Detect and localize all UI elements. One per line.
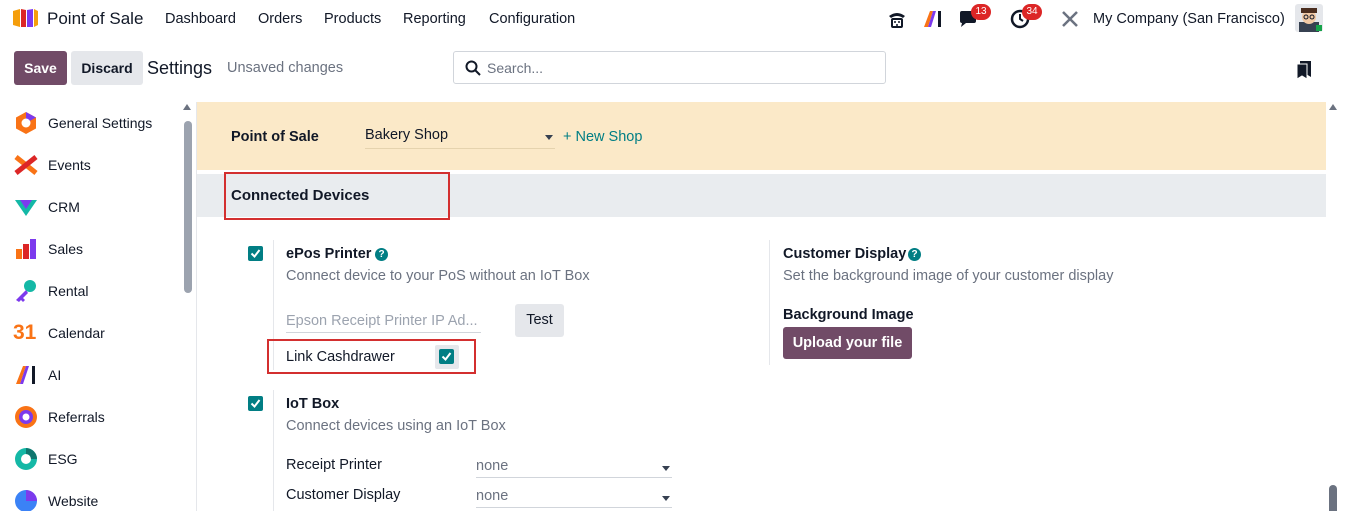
sidebar-item-esg[interactable]: ESG	[0, 438, 180, 480]
help-icon[interactable]: ?	[375, 248, 388, 261]
divider	[273, 390, 274, 511]
sidebar-scroll-up[interactable]	[183, 104, 191, 110]
customer-display-title: Customer Display	[783, 246, 907, 262]
website-icon	[15, 490, 37, 511]
point-of-sale-app-icon[interactable]	[12, 8, 39, 28]
sales-icon	[16, 239, 36, 259]
bookmark-icon[interactable]	[1296, 60, 1312, 80]
customer-display-label: Customer Display	[286, 487, 401, 503]
sidebar-item-label: AI	[48, 367, 62, 383]
epos-ip-field[interactable]	[286, 311, 481, 333]
iot-box-description: Connect devices using an IoT Box	[286, 418, 506, 434]
help-icon[interactable]: ?	[908, 248, 921, 261]
chevron-down-icon	[545, 135, 553, 140]
sidebar-item-rental[interactable]: Rental	[0, 270, 180, 312]
receipt-printer-label: Receipt Printer	[286, 457, 382, 473]
unsaved-status: Unsaved changes	[227, 60, 344, 76]
sidebar-item-label: General Settings	[48, 115, 153, 131]
sidebar-item-website[interactable]: Website	[0, 480, 180, 511]
sidebar-item-label: Events	[48, 157, 91, 173]
phone-icon[interactable]	[886, 8, 908, 30]
sidebar-item-crm[interactable]: CRM	[0, 186, 180, 228]
iot-box-title: IoT Box	[286, 396, 340, 412]
company-switcher[interactable]: My Company (San Francisco)	[1093, 11, 1285, 27]
sidebar-item-calendar[interactable]: 31 Calendar	[0, 312, 180, 354]
customer-display-value: none	[476, 488, 509, 504]
divider	[769, 240, 770, 365]
check-icon	[250, 399, 261, 409]
settings-sidebar: General Settings Events CRM Sales Rental…	[0, 102, 197, 511]
receipt-printer-select[interactable]: none	[476, 458, 672, 478]
referrals-icon	[15, 406, 37, 428]
messages-badge: 13	[971, 4, 991, 20]
sidebar-item-label: CRM	[48, 199, 80, 215]
sidebar-item-label: Rental	[48, 283, 89, 299]
epos-printer-description: Connect device to your PoS without an Io…	[286, 268, 590, 284]
esg-icon	[15, 448, 37, 470]
sidebar-scrollbar[interactable]	[184, 121, 192, 293]
sidebar-item-label: Website	[48, 493, 99, 509]
sidebar-item-general-settings[interactable]: General Settings	[0, 102, 180, 144]
discard-button[interactable]: Discard	[71, 51, 143, 85]
chevron-down-icon	[662, 466, 670, 471]
app-name[interactable]: Point of Sale	[47, 9, 143, 29]
sidebar-item-referrals[interactable]: Referrals	[0, 396, 180, 438]
highlight-box	[224, 172, 450, 220]
epos-printer-title: ePos Printer	[286, 246, 372, 262]
customer-display-description: Set the background image of your custome…	[783, 268, 1114, 284]
new-shop-link[interactable]: + New Shop	[563, 129, 642, 145]
background-image-title: Background Image	[783, 307, 914, 323]
menu-products[interactable]: Products	[324, 11, 381, 27]
main-scroll-up[interactable]	[1329, 104, 1337, 110]
events-icon	[14, 155, 38, 175]
activities-badge: 34	[1022, 4, 1042, 20]
rental-icon	[16, 280, 36, 302]
sidebar-item-label: Calendar	[48, 325, 105, 341]
receipt-printer-value: none	[476, 458, 509, 474]
sidebar-item-events[interactable]: Events	[0, 144, 180, 186]
sidebar-item-label: ESG	[48, 451, 78, 467]
ai-icon	[16, 366, 35, 384]
iot-box-checkbox[interactable]	[248, 396, 263, 411]
ai-icon[interactable]	[922, 8, 944, 30]
sidebar-item-label: Referrals	[48, 409, 105, 425]
sidebar-item-ai[interactable]: AI	[0, 354, 180, 396]
search-input[interactable]	[487, 57, 867, 79]
epos-printer-checkbox[interactable]	[248, 246, 263, 261]
page-title: Settings	[147, 58, 213, 78]
tools-icon[interactable]	[1059, 8, 1081, 30]
pos-label: Point of Sale	[231, 129, 319, 145]
epos-ip-input[interactable]	[286, 311, 481, 331]
sidebar-item-sales[interactable]: Sales	[0, 228, 180, 270]
chevron-down-icon	[662, 496, 670, 501]
shop-select[interactable]: Bakery Shop	[365, 127, 555, 149]
main-scrollbar[interactable]	[1329, 485, 1337, 511]
search-box[interactable]	[453, 51, 886, 84]
shop-select-value: Bakery Shop	[365, 127, 449, 143]
upload-file-button[interactable]: Upload your file	[783, 327, 912, 359]
menu-reporting[interactable]: Reporting	[403, 11, 466, 27]
save-button[interactable]: Save	[14, 51, 67, 85]
general-settings-icon	[16, 112, 36, 134]
highlight-box	[267, 339, 476, 374]
test-button[interactable]: Test	[515, 304, 564, 337]
menu-orders[interactable]: Orders	[258, 11, 302, 27]
search-icon	[465, 60, 481, 76]
avatar[interactable]	[1295, 4, 1323, 32]
check-icon	[250, 249, 261, 259]
menu-dashboard[interactable]: Dashboard	[165, 11, 236, 27]
crm-icon	[15, 200, 37, 216]
calendar-icon: 31	[13, 321, 37, 344]
customer-display-select[interactable]: none	[476, 488, 672, 508]
sidebar-item-label: Sales	[48, 241, 84, 257]
menu-configuration[interactable]: Configuration	[489, 11, 575, 27]
top-navbar: Point of Sale Dashboard Orders Products …	[0, 0, 1345, 38]
